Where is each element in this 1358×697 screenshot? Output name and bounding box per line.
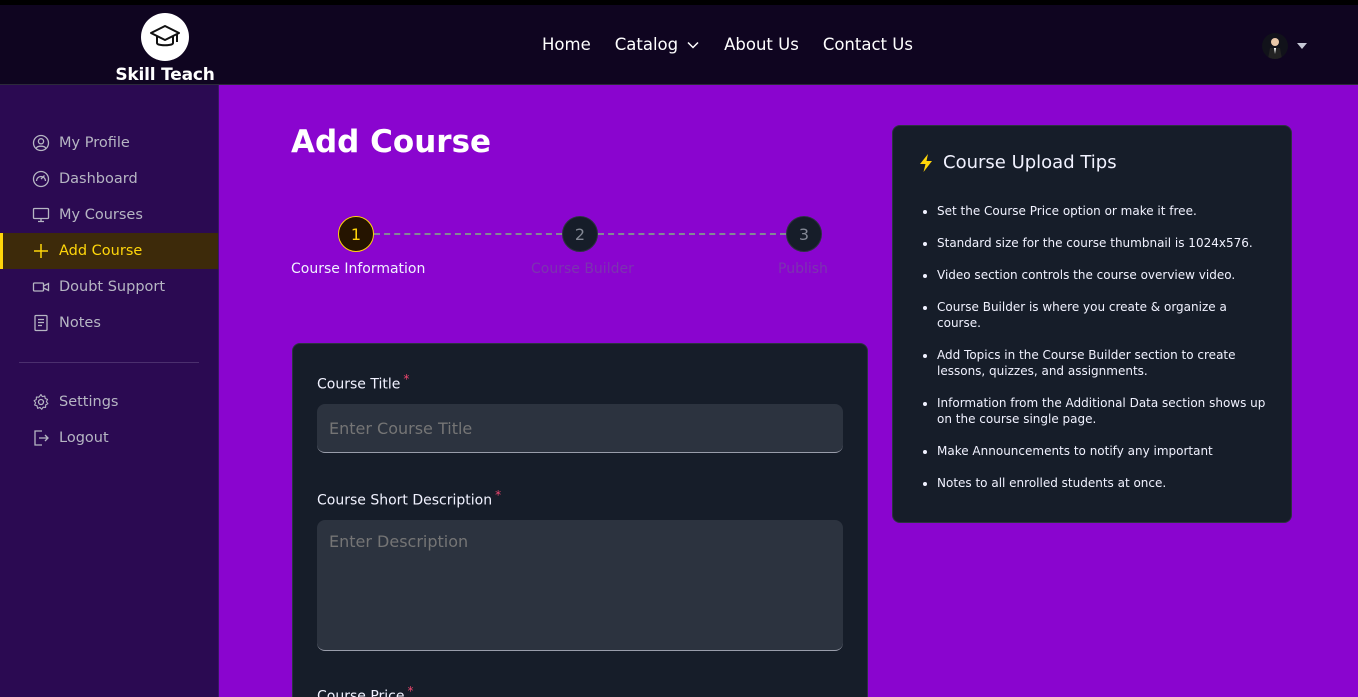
step-3-circle: 3: [786, 216, 822, 252]
course-title-input[interactable]: [317, 404, 843, 453]
sidebar-item-doubt-support[interactable]: Doubt Support: [0, 269, 218, 305]
course-title-label: Course Title *: [317, 372, 409, 393]
logout-icon: [34, 430, 49, 446]
user-circle-icon: [32, 134, 50, 152]
sidebar: My Profile Dashboard My Courses Add Cour…: [0, 85, 219, 697]
nav-home[interactable]: Home: [542, 35, 591, 54]
step-2-label: Course Builder: [531, 261, 634, 277]
page-title: Add Course: [291, 124, 492, 160]
nav-about-label: About Us: [724, 35, 799, 54]
short-description-label: Course Short Description *: [317, 488, 501, 509]
graduation-cap-icon: [141, 13, 189, 61]
nav-contact-label: Contact Us: [822, 35, 913, 54]
step-connector: [374, 233, 562, 235]
required-mark: *: [407, 684, 414, 697]
sidebar-item-settings[interactable]: Settings: [0, 384, 218, 420]
step-1-label: Course Information: [291, 261, 426, 277]
course-upload-tips: Course Upload Tips Set the Course Price …: [892, 125, 1292, 523]
lightning-icon: [920, 153, 932, 172]
sidebar-item-label: My Profile: [59, 135, 130, 151]
sidebar-item-dashboard[interactable]: Dashboard: [0, 161, 218, 197]
step-connector: [598, 233, 786, 235]
sidebar-item-label: Notes: [59, 315, 101, 331]
sidebar-item-label: Add Course: [59, 243, 143, 259]
nav-home-label: Home: [542, 35, 591, 54]
dashboard-icon: [32, 170, 50, 188]
sidebar-item-notes[interactable]: Notes: [0, 305, 218, 341]
tip-item: Add Topics in the Course Builder section…: [937, 347, 1267, 379]
tip-item: Set the Course Price option or make it f…: [937, 203, 1267, 219]
course-info-form: Course Title* Course Short Description* …: [292, 343, 868, 697]
sidebar-item-label: Settings: [59, 394, 119, 410]
tips-title: Course Upload Tips: [917, 152, 1267, 173]
short-description-label-text: Course Short Description: [317, 492, 493, 509]
brand-name: Skill Teach: [115, 65, 215, 85]
main-nav: Home Catalog About Us Contact Us: [542, 35, 913, 54]
tip-item: Course Builder is where you create & org…: [937, 299, 1267, 331]
sidebar-item-label: My Courses: [59, 207, 143, 223]
brand-logo[interactable]: Skill Teach: [112, 9, 218, 87]
tips-title-text: Course Upload Tips: [943, 152, 1117, 173]
sidebar-divider: [19, 362, 199, 363]
sidebar-item-label: Doubt Support: [59, 279, 166, 295]
tip-item: Standard size for the course thumbnail i…: [937, 235, 1267, 251]
sidebar-item-my-profile[interactable]: My Profile: [0, 125, 218, 161]
avatar: [1262, 33, 1288, 59]
user-menu[interactable]: [1262, 33, 1308, 59]
progress-stepper: 1 2 3 Course Information Course Builder …: [291, 216, 831, 286]
tip-item: Make Announcements to notify any importa…: [937, 443, 1267, 459]
nav-about-us[interactable]: About Us: [724, 35, 799, 54]
required-mark: *: [495, 488, 502, 502]
course-title-label-text: Course Title: [317, 376, 401, 393]
video-icon: [32, 282, 50, 292]
gear-icon: [33, 393, 49, 410]
short-description-textarea[interactable]: [317, 520, 843, 651]
tip-item: Video section controls the course overvi…: [937, 267, 1267, 283]
sidebar-item-label: Dashboard: [59, 171, 138, 187]
monitor-icon: [32, 207, 50, 223]
required-mark: *: [403, 372, 410, 386]
top-navbar: Skill Teach Home Catalog About Us Contac…: [0, 0, 1358, 85]
sidebar-item-label: Logout: [59, 430, 109, 446]
nav-catalog[interactable]: Catalog: [615, 35, 700, 54]
step-2-circle: 2: [562, 216, 598, 252]
nav-contact-us[interactable]: Contact Us: [823, 35, 913, 54]
plus-icon: [34, 244, 48, 258]
sidebar-item-my-courses[interactable]: My Courses: [0, 197, 218, 233]
tips-list: Set the Course Price option or make it f…: [917, 203, 1267, 491]
tip-item: Information from the Additional Data sec…: [937, 395, 1267, 427]
course-price-label: Course Price *: [317, 684, 413, 697]
tip-item: Notes to all enrolled students at once.: [937, 475, 1267, 491]
course-price-label-text: Course Price: [317, 688, 405, 697]
nav-catalog-label: Catalog: [614, 35, 679, 54]
caret-down-icon: [1297, 43, 1307, 49]
step-1-circle: 1: [338, 216, 374, 252]
sidebar-item-add-course[interactable]: Add Course: [0, 233, 218, 269]
chevron-down-icon: [687, 41, 699, 49]
sidebar-item-logout[interactable]: Logout: [0, 420, 218, 456]
notes-icon: [34, 314, 48, 332]
step-3-label: Publish: [778, 261, 828, 277]
